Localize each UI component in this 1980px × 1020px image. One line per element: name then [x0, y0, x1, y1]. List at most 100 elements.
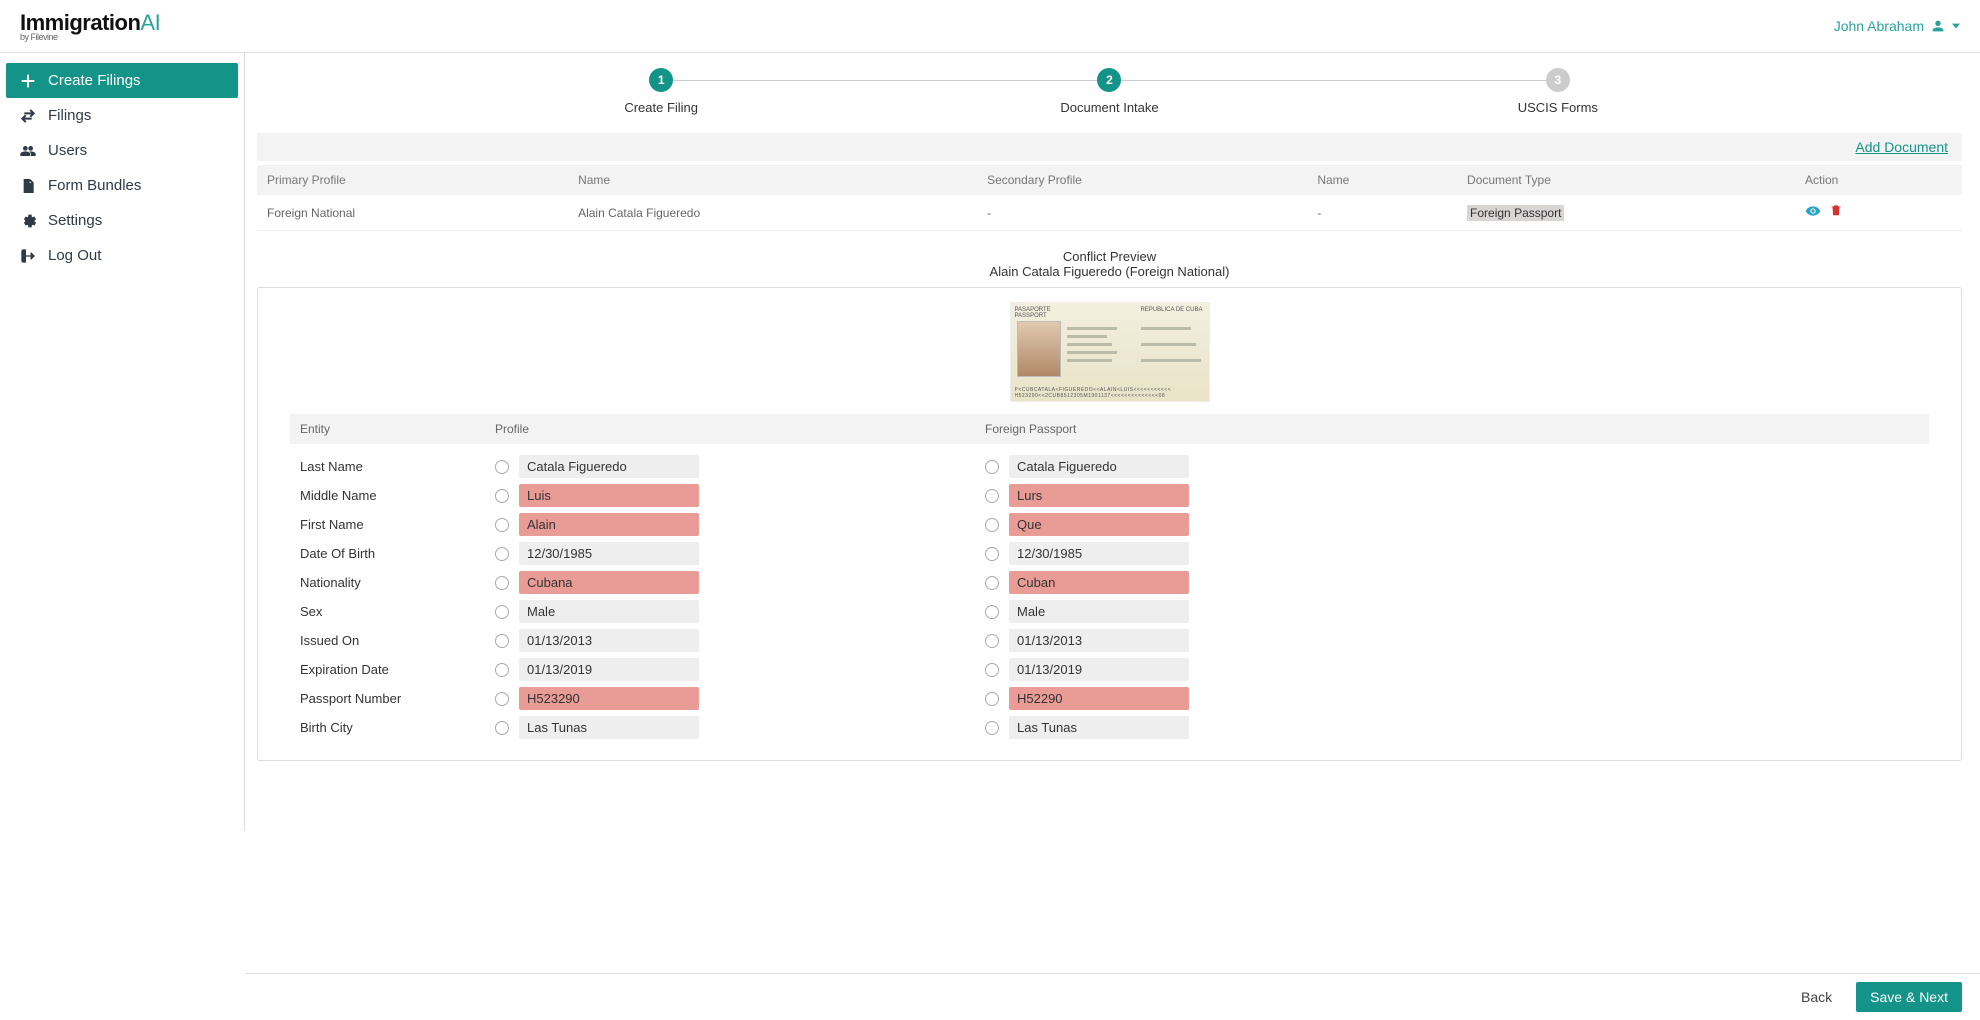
extracted-value: Male — [1009, 600, 1189, 623]
sidebar-label: Users — [48, 142, 87, 159]
th-name: Name — [568, 165, 977, 195]
back-button[interactable]: Back — [1787, 982, 1846, 1012]
cell-doc-type: Foreign Passport — [1467, 205, 1564, 221]
field-label: Date Of Birth — [300, 546, 495, 561]
sidebar-label: Form Bundles — [48, 177, 141, 194]
sidebar-item-settings[interactable]: Settings — [6, 203, 238, 238]
plus-icon — [20, 73, 36, 89]
extracted-radio[interactable] — [985, 692, 999, 706]
extracted-radio[interactable] — [985, 489, 999, 503]
sidebar-label: Log Out — [48, 247, 101, 264]
extracted-radio[interactable] — [985, 547, 999, 561]
logo: ImmigrationAI by Filevine — [20, 10, 160, 42]
sidebar-label: Settings — [48, 212, 102, 229]
step-2[interactable]: 2 Document Intake — [885, 68, 1333, 115]
extracted-radio[interactable] — [985, 518, 999, 532]
extracted-radio[interactable] — [985, 576, 999, 590]
step-number: 3 — [1546, 68, 1570, 92]
passport-image: PASAPORTEPASSPORT REPUBLICA DE CUBA P<CU… — [1010, 302, 1210, 402]
profile-radio[interactable] — [495, 547, 509, 561]
step-label: USCIS Forms — [1334, 100, 1782, 115]
field-label: Nationality — [300, 575, 495, 590]
profile-value: Male — [519, 600, 699, 623]
conflict-preview-subtitle: Alain Catala Figueredo (Foreign National… — [257, 264, 1962, 279]
profile-value: Las Tunas — [519, 716, 699, 739]
logout-icon — [20, 248, 36, 264]
user-menu[interactable]: John Abraham — [1834, 18, 1960, 34]
extracted-radio[interactable] — [985, 605, 999, 619]
field-label: Middle Name — [300, 488, 495, 503]
sidebar-item-form-bundles[interactable]: Form Bundles — [6, 168, 238, 203]
extracted-radio[interactable] — [985, 721, 999, 735]
step-number: 1 — [649, 68, 673, 92]
th-primary-profile: Primary Profile — [257, 165, 568, 195]
step-3: 3 USCIS Forms — [1334, 68, 1782, 115]
sidebar-item-users[interactable]: Users — [6, 133, 238, 168]
conflict-row: Sex Male Male — [290, 597, 1929, 626]
profile-radio[interactable] — [495, 489, 509, 503]
sidebar-item-logout[interactable]: Log Out — [6, 238, 238, 273]
col-extracted: Foreign Passport — [985, 422, 1919, 436]
profile-value: 12/30/1985 — [519, 542, 699, 565]
delete-document-button[interactable] — [1829, 203, 1843, 222]
conflict-row: Passport NumberH523290H52290 — [290, 684, 1929, 713]
conflict-row: Birth CityLas TunasLas Tunas — [290, 713, 1929, 742]
cell-secondary-profile: - — [977, 195, 1307, 231]
file-icon — [20, 178, 36, 194]
stepper: 1 Create Filing 2 Document Intake 3 USCI… — [257, 68, 1962, 133]
extracted-value: Cuban — [1009, 571, 1189, 594]
extracted-value: Catala Figueredo — [1009, 455, 1189, 478]
extracted-radio[interactable] — [985, 460, 999, 474]
profile-radio[interactable] — [495, 605, 509, 619]
step-1[interactable]: 1 Create Filing — [437, 68, 885, 115]
conflict-row: NationalityCubanaCuban — [290, 568, 1929, 597]
field-label: Sex — [300, 604, 495, 619]
sidebar-label: Create Filings — [48, 72, 141, 89]
profile-value: H523290 — [519, 687, 699, 710]
user-name: John Abraham — [1834, 18, 1924, 34]
conflict-row: Last Name Catala Figueredo Catala Figuered… — [290, 452, 1929, 481]
th-name2: Name — [1307, 165, 1457, 195]
cell-name: Alain Catala Figueredo — [568, 195, 977, 231]
sidebar-item-filings[interactable]: Filings — [6, 98, 238, 133]
profile-value: Luis — [519, 484, 699, 507]
save-next-button[interactable]: Save & Next — [1856, 982, 1962, 1012]
extracted-radio[interactable] — [985, 634, 999, 648]
extracted-value: 01/13/2019 — [1009, 658, 1189, 681]
view-document-button[interactable] — [1805, 203, 1821, 222]
step-label: Document Intake — [885, 100, 1333, 115]
profile-value: Catala Figueredo — [519, 455, 699, 478]
extracted-radio[interactable] — [985, 663, 999, 677]
profile-radio[interactable] — [495, 663, 509, 677]
field-label: Last Name — [300, 459, 495, 474]
profile-radio[interactable] — [495, 460, 509, 474]
app-header: ImmigrationAI by Filevine John Abraham — [0, 0, 1980, 53]
conflict-row: Expiration Date01/13/201901/13/2019 — [290, 655, 1929, 684]
profile-radio[interactable] — [495, 634, 509, 648]
footer-actions: Back Save & Next — [245, 973, 1980, 1020]
profile-radio[interactable] — [495, 721, 509, 735]
main-content: 1 Create Filing 2 Document Intake 3 USCI… — [245, 53, 1980, 831]
profile-radio[interactable] — [495, 692, 509, 706]
step-number: 2 — [1097, 68, 1121, 92]
profile-value: 01/13/2013 — [519, 629, 699, 652]
caret-down-icon — [1952, 22, 1960, 30]
sidebar-label: Filings — [48, 107, 91, 124]
extracted-value: Lurs — [1009, 484, 1189, 507]
logo-suffix: AI — [140, 10, 160, 35]
gear-icon — [20, 213, 36, 229]
profile-radio[interactable] — [495, 518, 509, 532]
sidebar-item-create-filings[interactable]: Create Filings — [6, 63, 238, 98]
conflict-row: Date Of Birth 12/30/1985 12/30/1985 — [290, 539, 1929, 568]
add-document-link[interactable]: Add Document — [1855, 139, 1948, 155]
user-icon — [1930, 18, 1946, 34]
extracted-value: Que — [1009, 513, 1189, 536]
extracted-value: 12/30/1985 — [1009, 542, 1189, 565]
profile-value: Alain — [519, 513, 699, 536]
profile-radio[interactable] — [495, 576, 509, 590]
col-entity: Entity — [300, 422, 495, 436]
cell-primary-profile: Foreign National — [257, 195, 568, 231]
users-icon — [20, 143, 36, 159]
th-action: Action — [1795, 165, 1962, 195]
cell-name2: - — [1307, 195, 1457, 231]
